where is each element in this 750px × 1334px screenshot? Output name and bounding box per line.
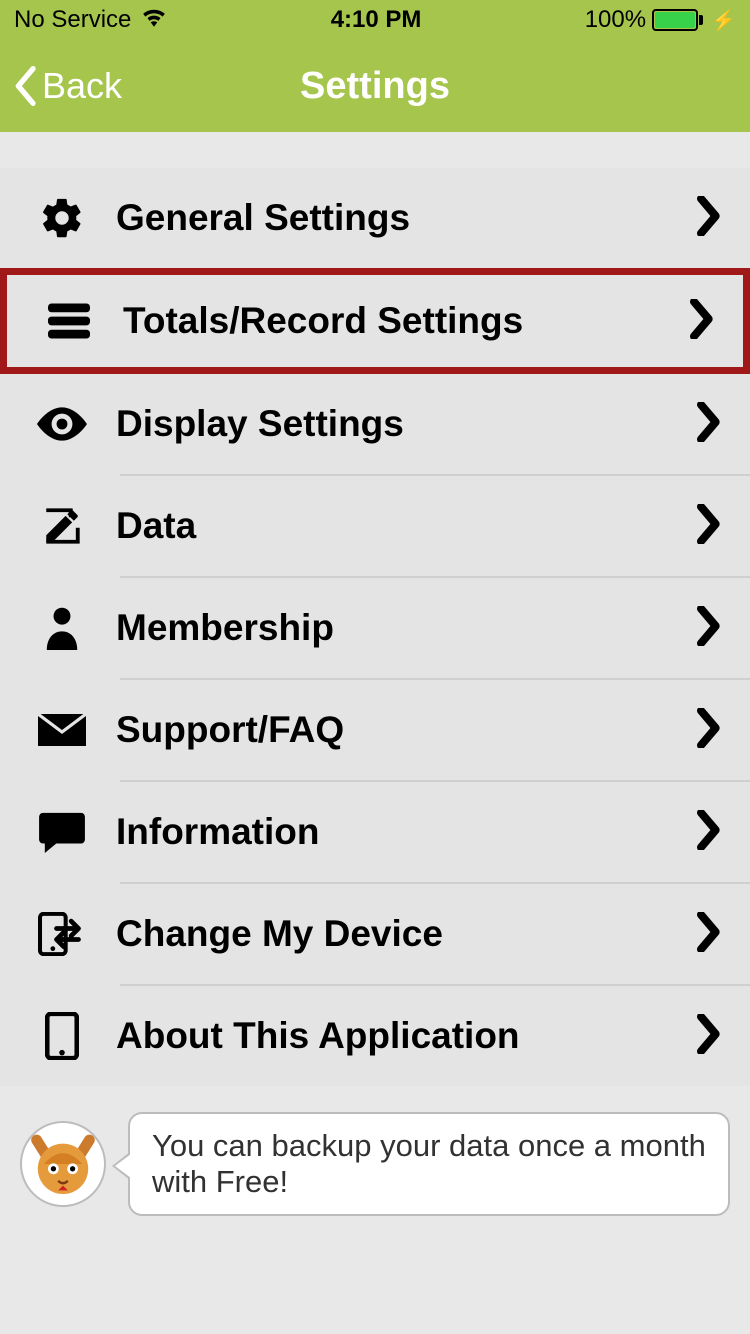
gear-icon (28, 195, 96, 241)
charging-icon: ⚡ (711, 8, 736, 33)
cat-icon (27, 1128, 99, 1200)
menu-item-label: Data (116, 505, 694, 547)
menu-item-label: Information (116, 811, 694, 853)
chevron-right-icon (694, 504, 724, 549)
tip-area: You can backup your data once a month wi… (0, 1086, 750, 1242)
spacer (0, 132, 750, 168)
menu-item-label: Change My Device (116, 913, 694, 955)
menu-item-data[interactable]: Data (0, 476, 750, 576)
menu-item-general-settings[interactable]: General Settings (0, 168, 750, 268)
battery-pct-text: 100% (585, 6, 646, 34)
chevron-right-icon (694, 708, 724, 753)
settings-menu: General Settings Totals/Record Settings … (0, 168, 750, 1086)
chevron-right-icon (694, 606, 724, 651)
mail-icon (28, 713, 96, 747)
chevron-right-icon (694, 1014, 724, 1059)
chevron-right-icon (687, 299, 717, 344)
menu-item-membership[interactable]: Membership (0, 578, 750, 678)
chevron-left-icon (12, 66, 38, 106)
chevron-right-icon (694, 912, 724, 957)
edit-icon (28, 505, 96, 547)
menu-item-support-faq[interactable]: Support/FAQ (0, 680, 750, 780)
menu-item-label: General Settings (116, 197, 694, 239)
mascot-avatar (20, 1121, 106, 1207)
chevron-right-icon (694, 402, 724, 447)
eye-icon (28, 407, 96, 441)
chevron-right-icon (694, 810, 724, 855)
clock-text: 4:10 PM (331, 6, 422, 34)
status-left: No Service (14, 6, 167, 34)
menu-item-information[interactable]: Information (0, 782, 750, 882)
chat-icon (28, 811, 96, 853)
menu-item-display-settings[interactable]: Display Settings (0, 374, 750, 474)
carrier-text: No Service (14, 6, 131, 34)
tip-bubble: You can backup your data once a month wi… (128, 1112, 730, 1216)
device-icon (28, 1012, 96, 1060)
back-button[interactable]: Back (0, 65, 122, 107)
menu-item-totals-record-settings[interactable]: Totals/Record Settings (7, 275, 743, 367)
chevron-right-icon (694, 196, 724, 241)
menu-item-label: About This Application (116, 1015, 694, 1057)
battery-icon (652, 9, 703, 31)
wifi-icon (141, 6, 167, 34)
menu-item-label: Totals/Record Settings (123, 300, 687, 342)
nav-bar: Back Settings (0, 40, 750, 132)
menu-item-label: Support/FAQ (116, 709, 694, 751)
menu-item-label: Display Settings (116, 403, 694, 445)
person-icon (28, 606, 96, 650)
menu-item-about-this-application[interactable]: About This Application (0, 986, 750, 1086)
status-bar: No Service 4:10 PM 100% ⚡ (0, 0, 750, 40)
status-right: 100% ⚡ (585, 6, 736, 34)
transfer-icon (28, 912, 96, 956)
back-label: Back (42, 65, 122, 107)
menu-item-change-my-device[interactable]: Change My Device (0, 884, 750, 984)
menu-item-label: Membership (116, 607, 694, 649)
tip-text: You can backup your data once a month wi… (152, 1128, 706, 1199)
list-icon (35, 303, 103, 339)
highlight-frame: Totals/Record Settings (0, 268, 750, 374)
